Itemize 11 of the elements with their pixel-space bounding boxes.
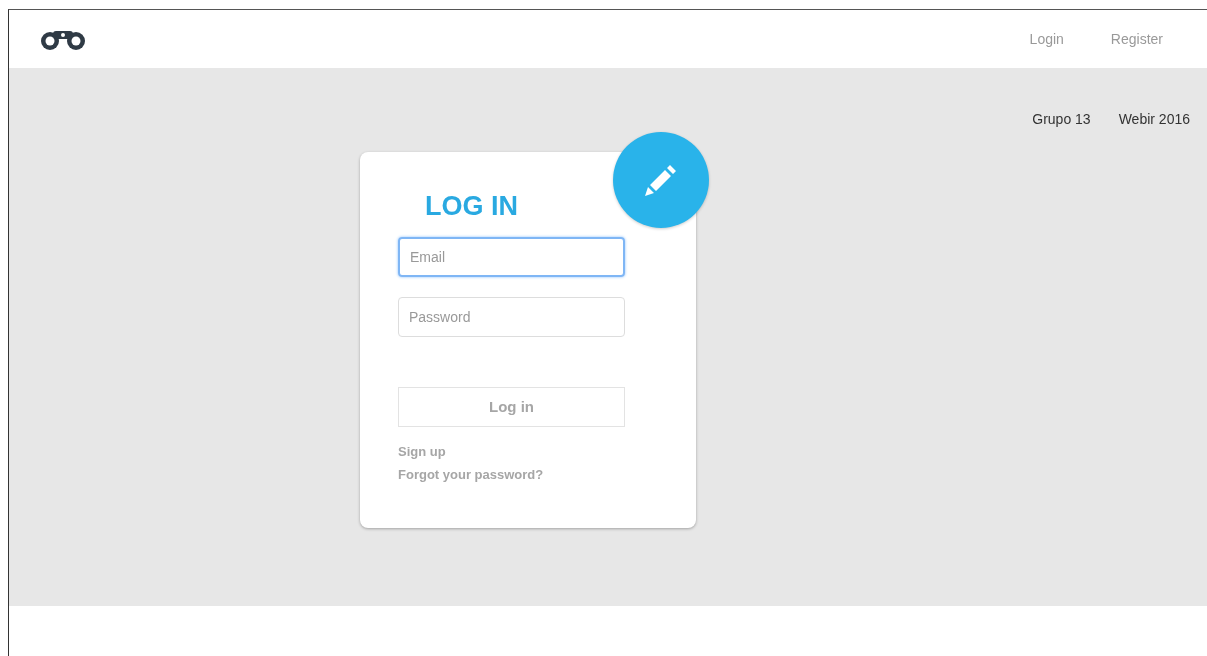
nav-link[interactable]: Register bbox=[1110, 28, 1163, 50]
input-field[interactable]: Password bbox=[398, 297, 625, 337]
card-link[interactable]: Forgot your password? bbox=[398, 464, 658, 484]
subnav-text: Webir 2016 bbox=[1118, 110, 1190, 129]
input-field[interactable]: Email bbox=[398, 237, 625, 277]
nav-link[interactable]: Login bbox=[1029, 28, 1064, 50]
card-link[interactable]: Sign up bbox=[398, 442, 658, 462]
login-title: LOG IN bbox=[425, 190, 519, 222]
binoculars-icon[interactable] bbox=[39, 28, 87, 50]
subnav-text: Grupo 13 bbox=[1032, 110, 1091, 129]
pencil-icon bbox=[644, 163, 678, 197]
